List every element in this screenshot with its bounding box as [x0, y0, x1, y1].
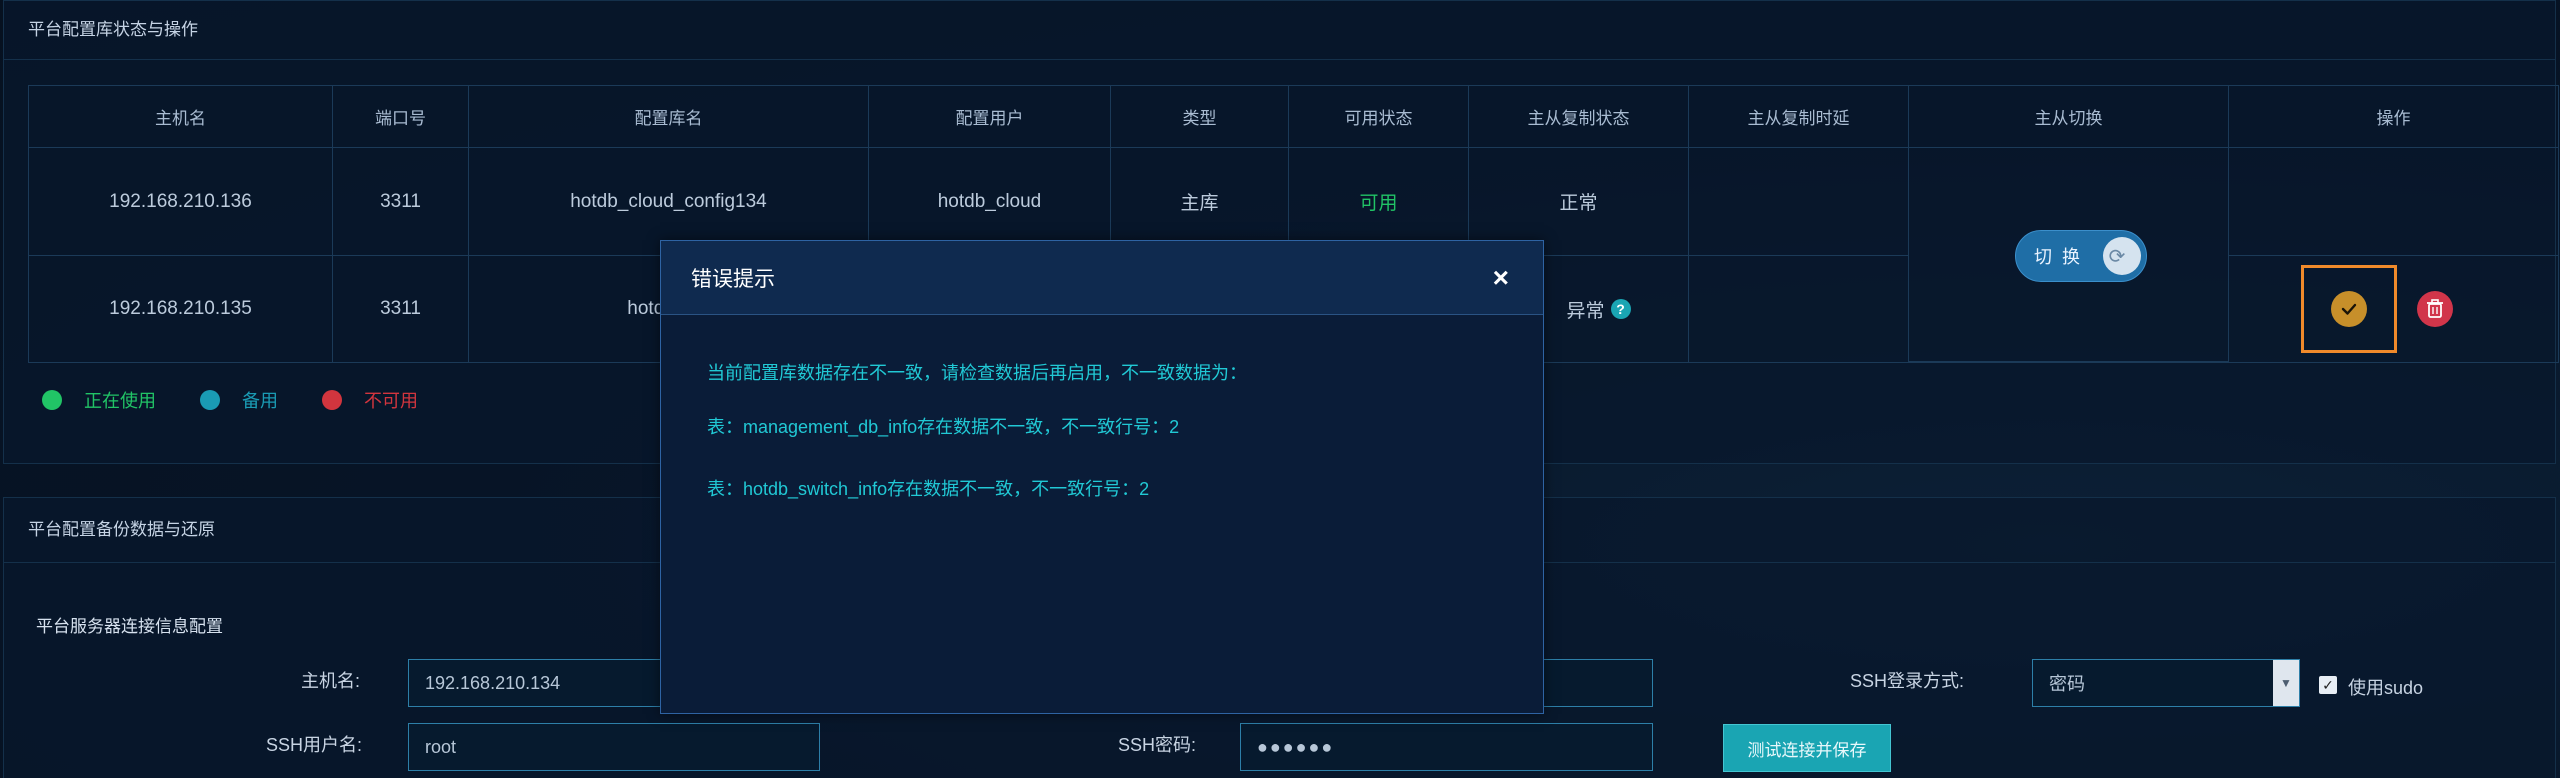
row2-host: 192.168.210.135 [29, 256, 333, 362]
col-header-switch: 主从切换 [1909, 86, 2229, 148]
col-header-host: 主机名 [29, 86, 333, 148]
refresh-icon: ⟳ [2103, 237, 2141, 275]
ssh-user-label: SSH用户名: [265, 735, 362, 755]
col-header-user: 配置用户 [869, 86, 1111, 148]
col-header-type: 类型 [1111, 86, 1289, 148]
ssh-user-value: root [425, 736, 457, 757]
col-header-actions: 操作 [2229, 86, 2558, 148]
test-and-save-button[interactable]: 测试连接并保存 [1723, 724, 1891, 772]
chevron-down-icon: ▼ [2273, 660, 2299, 706]
config-status-title: 平台配置库状态与操作 [4, 1, 2555, 60]
col-header-delay: 主从复制时延 [1689, 86, 1909, 148]
error-detail-1: 表：management_db_info存在数据不一致，不一致行号：2 [707, 417, 1180, 437]
standby-dot-icon [200, 390, 220, 410]
ssh-password-input[interactable]: ●●●●●● [1240, 723, 1653, 771]
ssh-method-label: SSH登录方式: [1849, 671, 1964, 691]
row1-actions [2229, 148, 2558, 256]
use-sudo-checkbox[interactable]: ✓ [2319, 676, 2337, 694]
host-input-value: 192.168.210.134 [425, 672, 561, 693]
row1-port: 3311 [333, 148, 469, 256]
col-header-repl: 主从复制状态 [1469, 86, 1689, 148]
status-legend: 正在使用 备用 不可用 [42, 387, 462, 413]
error-message: 当前配置库数据存在不一致，请检查数据后再启用，不一致数据为： [707, 363, 1247, 383]
row2-repl: 异常 [1566, 300, 1605, 322]
col-header-port: 端口号 [333, 86, 469, 148]
error-dialog-header: 错误提示 [661, 241, 1543, 315]
row1-host: 192.168.210.136 [29, 148, 333, 256]
close-icon[interactable]: × [1493, 264, 1509, 292]
row1-delay [1689, 148, 1909, 256]
connection-config-title: 平台服务器连接信息配置 [36, 617, 223, 636]
error-detail-2: 表：hotdb_switch_info存在数据不一致，不一致行号：2 [707, 479, 1150, 499]
in-use-dot-icon [42, 390, 62, 410]
page-root: 平台配置库状态与操作 主机名 端口号 配置库名 配置用户 类型 可用状态 主从复… [0, 0, 2560, 778]
col-header-avail: 可用状态 [1289, 86, 1469, 148]
row2-delay [1689, 256, 1909, 362]
col-header-db: 配置库名 [469, 86, 869, 148]
use-sudo-label: 使用sudo [2348, 678, 2424, 698]
legend-unavailable: 不可用 [364, 391, 418, 411]
host-label: 主机名: [300, 671, 360, 691]
ssh-password-label: SSH密码: [1117, 735, 1196, 755]
ssh-user-input[interactable]: root [408, 723, 820, 771]
legend-standby: 备用 [242, 391, 278, 411]
switch-label: 切换 [2034, 247, 2090, 267]
ssh-method-select[interactable]: 密码 ▼ [2032, 659, 2300, 707]
delete-trash-icon[interactable] [2417, 291, 2453, 327]
error-dialog: 错误提示 × 当前配置库数据存在不一致，请检查数据后再启用，不一致数据为： 表：… [660, 240, 1544, 714]
master-slave-switch-button[interactable]: 切换 ⟳ [2015, 230, 2147, 282]
help-icon[interactable]: ? [1610, 299, 1631, 319]
legend-in-use: 正在使用 [84, 391, 156, 411]
error-dialog-title: 错误提示 [691, 267, 775, 291]
unavailable-dot-icon [322, 390, 342, 410]
ssh-password-value: ●●●●●● [1257, 736, 1335, 757]
ssh-method-value: 密码 [2049, 674, 2085, 694]
row2-port: 3311 [333, 256, 469, 362]
enable-check-icon[interactable] [2331, 291, 2367, 327]
